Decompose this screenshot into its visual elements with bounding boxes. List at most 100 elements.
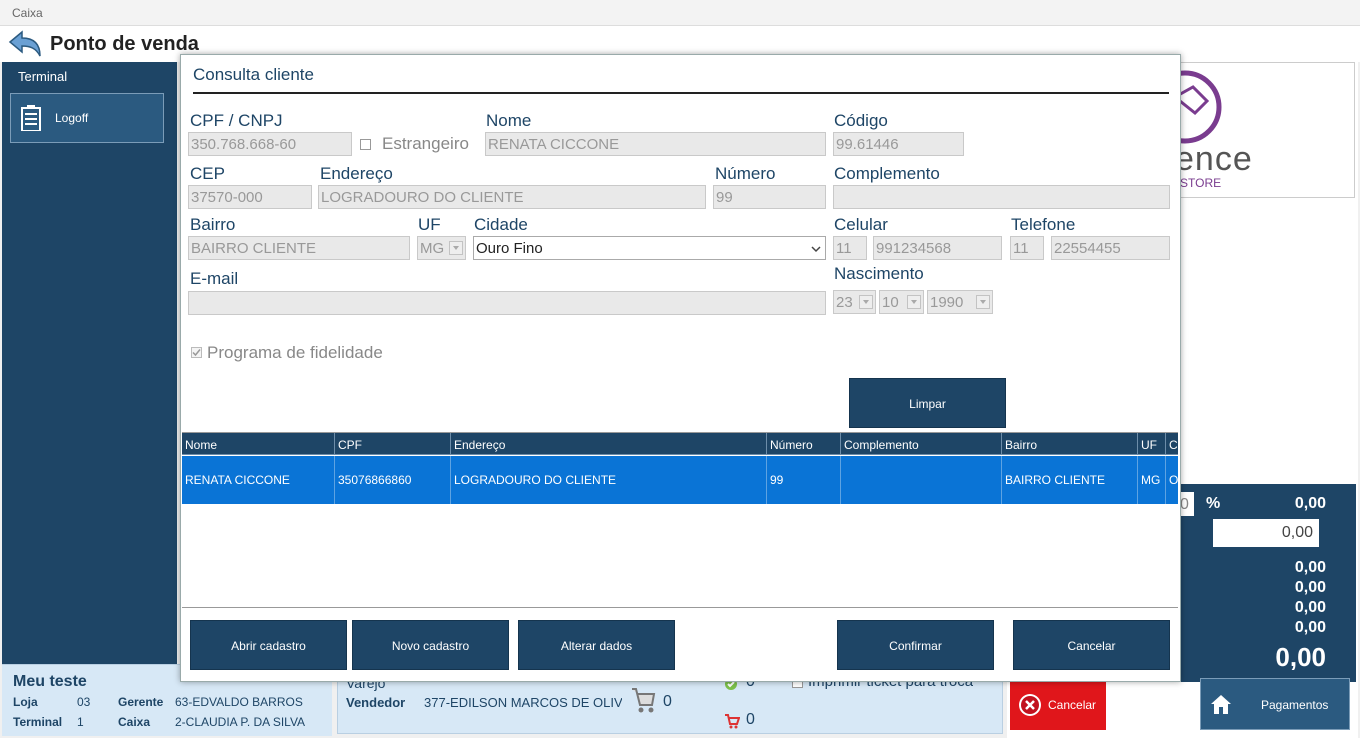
col-cpf[interactable]: CPF xyxy=(335,433,451,455)
celular-label: Celular xyxy=(834,215,888,234)
nascimento-day-select[interactable]: 23 xyxy=(833,290,876,314)
vendedor-value: 377-EDILSON MARCOS DE OLIVEIR xyxy=(424,695,622,710)
nascimento-year: 1990 xyxy=(930,294,964,311)
abrir-cadastro-label: Abrir cadastro xyxy=(231,639,306,653)
codigo-label: Código xyxy=(834,111,888,130)
payments-label: Pagamentos xyxy=(1261,698,1329,712)
uf-select[interactable]: MG xyxy=(417,236,466,260)
caixa-label: Caixa xyxy=(118,715,151,729)
caixa-value: 2-CLAUDIA P. DA SILVA xyxy=(175,715,306,729)
logoff-label: Logoff xyxy=(55,111,89,125)
estrangeiro-checkbox[interactable] xyxy=(360,139,371,150)
home-icon xyxy=(1211,695,1231,714)
logo-subtitle: STORE xyxy=(1180,176,1222,190)
nascimento-year-select[interactable]: 1990 xyxy=(927,290,993,314)
chevron-down-icon[interactable] xyxy=(907,295,921,309)
nascimento-day: 23 xyxy=(836,294,853,311)
discount-value: 0,00 xyxy=(1294,495,1326,512)
celular-field[interactable]: 991234568 xyxy=(873,236,1002,260)
cancel-sale-button[interactable]: Cancelar xyxy=(1010,680,1106,730)
terminal-label: Terminal xyxy=(13,715,63,729)
numero-field[interactable]: 99 xyxy=(713,185,826,209)
total-line-3: 0,00 xyxy=(1294,599,1326,616)
cidade-value: Ouro Fino xyxy=(476,240,543,257)
endereco-field[interactable]: LOGRADOURO DO CLIENTE xyxy=(318,185,706,209)
back-arrow-icon[interactable] xyxy=(8,30,42,58)
estrangeiro-label: Estrangeiro xyxy=(382,134,469,153)
abrir-cadastro-button[interactable]: Abrir cadastro xyxy=(190,620,347,670)
email-field[interactable] xyxy=(188,291,826,315)
grid-header: Nome CPF Endereço Número Complemento Bai… xyxy=(182,433,1178,455)
col-bairro[interactable]: Bairro xyxy=(1002,433,1138,455)
battery-icon xyxy=(21,105,41,131)
chevron-down-icon[interactable] xyxy=(449,241,463,255)
terminal-value: 1 xyxy=(77,715,84,729)
total-line-1: 0,00 xyxy=(1294,559,1326,576)
sidebar: Terminal Logoff xyxy=(2,62,177,664)
fidelidade-label: Programa de fidelidade xyxy=(207,343,383,362)
logoff-button[interactable]: Logoff xyxy=(10,93,164,143)
cancelar-button[interactable]: Cancelar xyxy=(1013,620,1170,670)
bairro-label: Bairro xyxy=(190,215,236,234)
gerente-label: Gerente xyxy=(118,695,164,709)
telefone-label: Telefone xyxy=(1011,215,1076,234)
celular-ddd-field[interactable]: 11 xyxy=(833,236,867,260)
window-titlebar: Caixa xyxy=(0,0,1360,26)
payments-button[interactable]: Pagamentos xyxy=(1200,678,1350,730)
complemento-field[interactable] xyxy=(833,185,1170,209)
col-numero[interactable]: Número xyxy=(767,433,841,455)
chevron-down-icon[interactable] xyxy=(976,295,990,309)
codigo-field[interactable]: 99.61446 xyxy=(833,132,964,156)
table-row[interactable]: RENATA CICCONE 35076866860 LOGRADOURO DO… xyxy=(182,456,1178,504)
cidade-select[interactable]: Ouro Fino xyxy=(473,236,826,260)
numero-label: Número xyxy=(715,164,776,183)
col-complemento[interactable]: Complemento xyxy=(841,433,1002,455)
telefone-ddd-field[interactable]: 11 xyxy=(1010,236,1044,260)
fidelidade-checkbox[interactable] xyxy=(191,347,202,358)
email-label: E-mail xyxy=(190,269,239,288)
bairro-field[interactable]: BAIRRO CLIENTE xyxy=(188,236,410,260)
col-uf[interactable]: UF xyxy=(1138,433,1166,455)
cancel-sale-label: Cancelar xyxy=(1048,698,1097,712)
page-title: Ponto de venda xyxy=(50,33,199,55)
col-endereco[interactable]: Endereço xyxy=(451,433,767,455)
value-input[interactable]: 0,00 xyxy=(1213,519,1319,547)
novo-cadastro-button[interactable]: Novo cadastro xyxy=(352,620,509,670)
limpar-button[interactable]: Limpar xyxy=(849,378,1006,428)
total-line-4: 0,00 xyxy=(1294,619,1326,636)
telefone-field[interactable]: 22554455 xyxy=(1051,236,1170,260)
cell-cpf: 35076866860 xyxy=(335,456,451,504)
store-name: Meu teste xyxy=(13,673,87,690)
return-count: 0 xyxy=(746,711,755,728)
chevron-down-icon[interactable] xyxy=(859,295,873,309)
nascimento-month: 10 xyxy=(882,294,899,311)
alterar-dados-button[interactable]: Alterar dados xyxy=(518,620,675,670)
dialog-title: Consulta cliente xyxy=(193,65,314,84)
close-circle-icon xyxy=(1019,694,1041,716)
terminal-section-label: Terminal xyxy=(18,69,68,84)
chevron-down-icon[interactable] xyxy=(811,245,821,253)
nascimento-month-select[interactable]: 10 xyxy=(879,290,924,314)
confirmar-button[interactable]: Confirmar xyxy=(837,620,994,670)
cep-field[interactable]: 37570-000 xyxy=(188,185,312,209)
total-line-2: 0,00 xyxy=(1294,579,1326,596)
cpf-field[interactable]: 350.768.668-60 xyxy=(188,132,352,156)
shopping-cart-icon xyxy=(632,688,656,713)
cell-uf: MG xyxy=(1138,456,1166,504)
limpar-label: Limpar xyxy=(909,397,946,411)
cell-cidade: O xyxy=(1166,456,1178,504)
cell-bairro: BAIRRO CLIENTE xyxy=(1002,456,1138,504)
title-divider xyxy=(193,92,1169,94)
nome-field[interactable]: RENATA CICCONE xyxy=(485,132,826,156)
nascimento-label: Nascimento xyxy=(834,264,924,283)
consulta-cliente-dialog: Consulta cliente CPF / CNPJ 350.768.668-… xyxy=(180,54,1181,682)
cell-complemento xyxy=(841,456,1002,504)
grand-total: 0,00 xyxy=(1275,642,1326,672)
percent-symbol: % xyxy=(1206,495,1221,512)
checkmark-icon xyxy=(192,349,201,357)
cidade-label: Cidade xyxy=(474,215,528,234)
col-nome[interactable]: Nome xyxy=(182,433,335,455)
col-cidade[interactable]: Ci xyxy=(1166,433,1178,455)
vendedor-label: Vendedor xyxy=(346,695,406,710)
nome-label: Nome xyxy=(486,111,532,130)
